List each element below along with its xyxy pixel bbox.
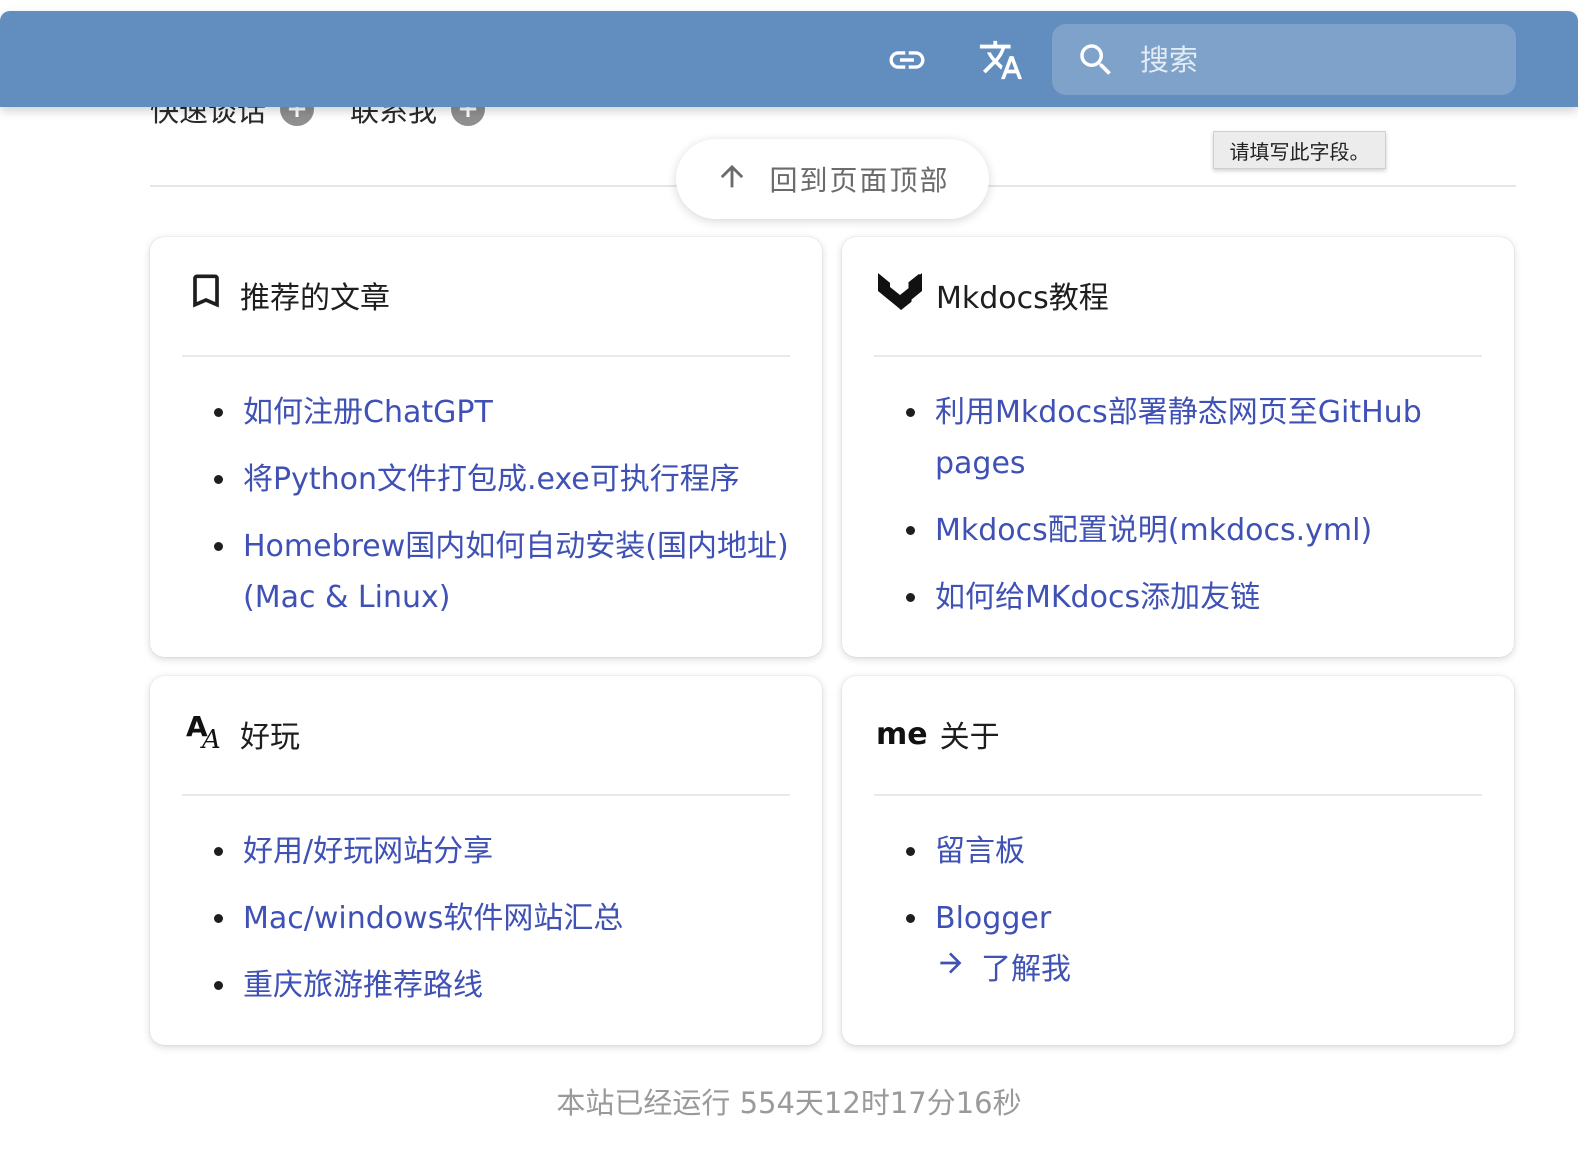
list-item: 如何给MKdocs添加友链 [906, 572, 1484, 623]
list-item: Homebrew国内如何自动安装(国内地址)(Mac & Linux) [214, 521, 792, 623]
list-item: 如何注册ChatGPT [214, 387, 792, 438]
list-item: 好用/好玩网站分享 [214, 826, 792, 877]
card-title: Mkdocs教程 [936, 281, 1109, 316]
card-divider [874, 794, 1482, 796]
back-to-top-label: 回到页面顶部 [769, 164, 950, 197]
fun-list: 好用/好玩网站分享 Mac/windows软件网站汇总 重庆旅游推荐路线 [214, 826, 792, 1027]
card-mkdocs-tutorials: Mkdocs教程 利用Mkdocs部署静态网页至GitHub pages Mkd… [842, 237, 1514, 657]
search-input[interactable] [1140, 42, 1480, 77]
card-about: me 关于 留言板 Blogger 了解我 [842, 676, 1514, 1045]
card-divider [874, 355, 1482, 357]
validation-tooltip: 请填写此字段。 [1213, 131, 1386, 169]
about-me-link[interactable]: 了解我 [935, 944, 1071, 995]
search-box[interactable] [1052, 24, 1516, 95]
bookmark-icon [184, 269, 228, 321]
card-fun: A A 好玩 好用/好玩网站分享 Mac/windows软件网站汇总 重庆旅游推… [150, 676, 822, 1045]
list-item: 利用Mkdocs部署静态网页至GitHub pages [906, 387, 1484, 489]
translate-icon[interactable] [978, 37, 1024, 83]
about-me-label: 了解我 [981, 952, 1071, 987]
material-mkdocs-icon [876, 269, 924, 321]
list-item: 重庆旅游推荐路线 [214, 960, 792, 1011]
card-title: 推荐的文章 [240, 281, 390, 316]
list-item: Mkdocs配置说明(mkdocs.yml) [906, 505, 1484, 556]
blogger-link[interactable]: Blogger [935, 901, 1051, 936]
card-header: 推荐的文章 [184, 267, 390, 323]
tutorial-link[interactable]: 利用Mkdocs部署静态网页至GitHub pages [935, 395, 1422, 481]
tutorial-link[interactable]: Mkdocs配置说明(mkdocs.yml) [935, 513, 1372, 548]
fun-link[interactable]: 重庆旅游推荐路线 [243, 968, 483, 1003]
card-title: 好玩 [240, 720, 300, 755]
me-icon: me [876, 716, 928, 752]
list-item: Blogger [906, 893, 1484, 944]
link-icon[interactable] [884, 37, 930, 83]
list-item: Mac/windows软件网站汇总 [214, 893, 792, 944]
back-to-top-button[interactable]: 回到页面顶部 [676, 139, 989, 219]
card-header: Mkdocs教程 [876, 267, 1109, 323]
article-list: 如何注册ChatGPT 将Python文件打包成.exe可执行程序 Homebr… [214, 387, 792, 639]
article-link[interactable]: 如何注册ChatGPT [243, 395, 493, 430]
tutorial-link[interactable]: 如何给MKdocs添加友链 [935, 580, 1260, 615]
font-icon: A A [184, 708, 228, 760]
tutorial-list: 利用Mkdocs部署静态网页至GitHub pages Mkdocs配置说明(m… [906, 387, 1484, 639]
card-header: me 关于 [876, 706, 1000, 762]
site-uptime: 本站已经运行 554天12时17分16秒 [556, 1086, 1022, 1120]
article-link[interactable]: Homebrew国内如何自动安装(国内地址)(Mac & Linux) [243, 529, 789, 615]
article-link[interactable]: 将Python文件打包成.exe可执行程序 [243, 462, 740, 497]
svg-text:A: A [200, 725, 221, 752]
search-icon[interactable] [1074, 38, 1118, 82]
card-header: A A 好玩 [184, 706, 300, 762]
fun-link[interactable]: Mac/windows软件网站汇总 [243, 901, 623, 936]
fun-link[interactable]: 好用/好玩网站分享 [243, 834, 493, 869]
top-header [0, 11, 1578, 107]
about-list: 留言板 Blogger [906, 826, 1484, 944]
card-recommended-articles: 推荐的文章 如何注册ChatGPT 将Python文件打包成.exe可执行程序 … [150, 237, 822, 657]
card-divider [182, 794, 790, 796]
arrow-up-icon [715, 159, 749, 200]
guestbook-link[interactable]: 留言板 [935, 834, 1025, 869]
list-item: 留言板 [906, 826, 1484, 877]
card-divider [182, 355, 790, 357]
list-item: 将Python文件打包成.exe可执行程序 [214, 454, 792, 505]
card-title: 关于 [939, 720, 1000, 755]
arrow-right-icon [935, 944, 967, 995]
